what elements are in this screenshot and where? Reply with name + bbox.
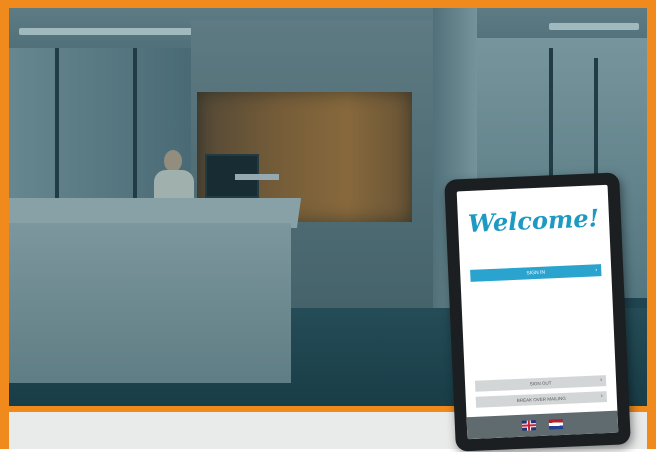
language-bar [466, 410, 619, 440]
dutch-flag-icon[interactable] [548, 419, 564, 430]
welcome-heading: Welcome! [467, 203, 600, 238]
tablet-screen: Welcome! SIGN IN › SIGN OUT › BREAK OVER… [456, 184, 619, 440]
sign-out-button[interactable]: SIGN OUT › [474, 375, 607, 392]
secondary-button[interactable]: BREAK OVER MAILING › [475, 391, 607, 408]
chevron-right-icon: › [599, 377, 603, 384]
chevron-right-icon: › [595, 267, 598, 274]
sign-out-label: SIGN OUT [529, 380, 552, 387]
english-flag-icon[interactable] [521, 420, 537, 431]
flag-cross [521, 424, 536, 427]
kiosk-tablet: Welcome! SIGN IN › SIGN OUT › BREAK OVER… [444, 172, 631, 452]
secondary-label: BREAK OVER MAILING [516, 395, 566, 403]
sign-in-button[interactable]: SIGN IN › [470, 264, 602, 282]
chevron-right-icon: › [600, 393, 603, 400]
sign-in-label: SIGN IN [526, 269, 546, 277]
